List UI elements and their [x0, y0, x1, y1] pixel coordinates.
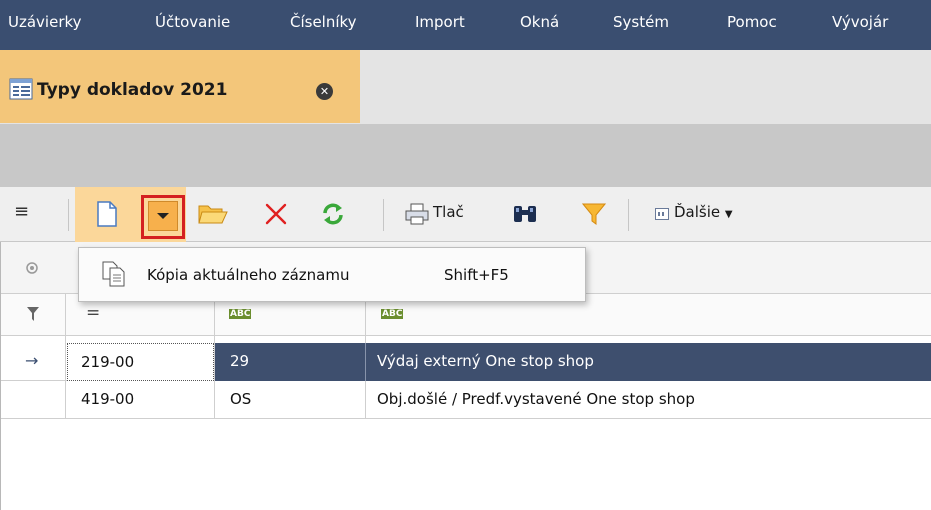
menu-item-copy-current-record[interactable]: Kópia aktuálneho záznamu Shift+F5	[79, 248, 585, 301]
more-icon	[655, 208, 669, 220]
column-divider	[365, 381, 366, 419]
cell-name[interactable]: Obj.došlé / Predf.vystavené One stop sho…	[377, 390, 695, 408]
delete-icon[interactable]	[264, 202, 288, 226]
tab-typy-dokladov[interactable]: Typy dokladov 2021 ✕	[0, 50, 360, 123]
open-folder-icon[interactable]	[198, 203, 228, 225]
menu-item-uctovanie[interactable]: Účtovanie	[155, 13, 230, 31]
more-label: Ďalšie	[674, 203, 721, 221]
menu-item-system[interactable]: Systém	[613, 13, 669, 31]
column-divider	[365, 343, 366, 381]
table-row[interactable]: 419-00 OS Obj.došlé / Predf.vystavené On…	[1, 381, 931, 419]
menu-item-vyvojar[interactable]: Vývojár	[832, 13, 888, 31]
toolbar: ≡ Tlač Ďalšie ▼	[0, 187, 931, 242]
column-chooser-icon[interactable]	[24, 260, 40, 276]
menu-item-label: Kópia aktuálneho záznamu	[147, 266, 350, 284]
menu-item-uzavierky[interactable]: Uzávierky	[8, 13, 82, 31]
new-document-icon[interactable]	[96, 201, 118, 227]
filter-row-icon	[27, 307, 39, 321]
copy-icon	[102, 261, 125, 287]
cell-code: 219-00	[81, 353, 135, 371]
header-band	[0, 125, 931, 187]
print-label[interactable]: Tlač	[433, 203, 464, 221]
menu-item-pomoc[interactable]: Pomoc	[727, 13, 777, 31]
filter-operator-abc[interactable]: ABC	[381, 309, 404, 319]
filter-icon[interactable]	[582, 202, 606, 226]
filter-operator-equals[interactable]: =	[86, 303, 100, 323]
cell-name[interactable]: Výdaj externý One stop shop	[377, 352, 594, 370]
menu-item-okna[interactable]: Okná	[520, 13, 559, 31]
filter-operator-abc[interactable]: ABC	[229, 309, 252, 319]
cell-short[interactable]: OS	[230, 390, 251, 408]
current-row-arrow-icon: →	[25, 351, 39, 370]
binoculars-icon[interactable]	[512, 202, 538, 226]
more-button[interactable]: Ďalšie ▼	[674, 203, 733, 221]
menu-item-import[interactable]: Import	[415, 13, 465, 31]
cell-short[interactable]: 29	[230, 352, 249, 370]
refresh-icon[interactable]	[320, 201, 346, 227]
toolbar-separator	[383, 199, 384, 231]
toolbar-separator	[68, 199, 69, 231]
highlight-outline	[141, 195, 185, 239]
menu-item-ciselniky[interactable]: Číselníky	[290, 13, 357, 31]
toolbar-separator	[628, 199, 629, 231]
tab-strip: Typy dokladov 2021 ✕	[0, 50, 931, 125]
column-divider	[214, 294, 215, 419]
tab-title: Typy dokladov 2021	[37, 80, 228, 100]
caret-down-icon: ▼	[724, 209, 733, 220]
column-divider	[65, 294, 66, 419]
abc-badge-label: ABC	[229, 309, 252, 319]
form-icon	[9, 78, 33, 100]
table-row[interactable]: → 219-00 29 Výdaj externý One stop shop	[1, 343, 931, 381]
abc-badge-label: ABC	[381, 309, 404, 319]
new-dropdown-menu: Kópia aktuálneho záznamu Shift+F5	[78, 247, 586, 302]
cell-code[interactable]: 419-00	[81, 390, 134, 408]
close-icon[interactable]: ✕	[316, 83, 333, 100]
hamburger-menu-icon[interactable]: ≡	[14, 201, 29, 222]
printer-icon[interactable]	[405, 203, 429, 225]
menu-bar: Uzávierky Účtovanie Číselníky Import Okn…	[0, 0, 931, 50]
table-cell-focused[interactable]: 219-00	[67, 343, 214, 381]
menu-item-shortcut: Shift+F5	[444, 266, 509, 284]
